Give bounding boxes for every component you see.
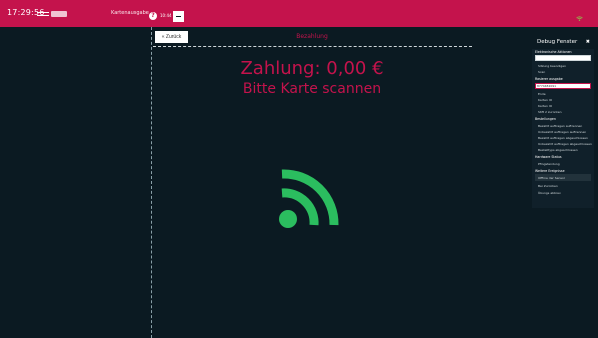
debug-item-order[interactable]: Bezahlt auftragen auftrennen [538, 124, 582, 128]
close-icon[interactable]: ✖ [586, 39, 590, 45]
debug-item-event[interactable]: Bei Zurücken [538, 184, 558, 188]
top-bar: 17:29:56 Kartenausgabe ? 10:44 [0, 0, 598, 27]
debug-section-orders: Bestellungen [535, 117, 556, 121]
debug-item-hardware[interactable]: Pfingstendung [538, 162, 560, 166]
debug-section-actions: Elektronische Aktionen [535, 50, 572, 54]
debug-filter-input[interactable] [535, 55, 591, 61]
debug-item-event[interactable]: Übungs abbrev [538, 191, 561, 195]
help-icon[interactable]: ? [149, 12, 157, 20]
debug-item-end[interactable]: Ende [538, 92, 546, 96]
debug-item-order[interactable]: Unbezahlt auftragen abgeschlossen [538, 142, 592, 146]
debug-item-order[interactable]: Unbezahlt auftragen auftrennen [538, 130, 586, 134]
debug-item-end-session[interactable]: Sitzung beendigen [538, 64, 566, 68]
debug-body: Elektronische Aktionen Sitzung beendigen… [532, 49, 594, 208]
debug-item-order[interactable]: Bezahlt auftragen abgeschlossen [538, 136, 588, 140]
debug-section-hardware: Hardware Status [535, 155, 562, 159]
title-divider [153, 46, 472, 47]
brand-logo [37, 10, 67, 18]
nfc-icon [276, 163, 346, 233]
user-label: 10:44 [160, 13, 172, 18]
minus-button[interactable] [173, 11, 184, 22]
debug-item-card-io-2[interactable]: Karten IO [538, 104, 552, 108]
debug-section-events: Weitere Ereignisse [535, 169, 565, 173]
page-title: Bezahlung [296, 33, 328, 40]
payment-amount: Zahlung: 0,00 € [240, 58, 384, 79]
debug-item-card-io[interactable]: Karten IO [538, 98, 552, 102]
left-panel [0, 27, 151, 338]
payment-content: « Zurück Bezahlung Zahlung: 0,00 € Bitte… [152, 27, 532, 338]
minus-icon [176, 16, 181, 17]
debug-section-output: Rasierer ausgabe [535, 77, 563, 81]
debug-header: Debug Fenster ✖ [532, 36, 594, 49]
section-label: Kartenausgabe [111, 10, 149, 16]
card-id-input[interactable]: 8774482091 [535, 83, 591, 89]
debug-window: Debug Fenster ✖ Elektronische Aktionen S… [532, 36, 594, 208]
debug-item-scan[interactable]: Scan [538, 70, 545, 74]
back-button[interactable]: « Zurück [155, 31, 188, 43]
debug-item-pen-back[interactable]: Stift 2 zurücken [538, 110, 562, 114]
debug-item-event[interactable]: Offline der Sensor [538, 176, 565, 180]
scan-instruction: Bitte Karte scannen [242, 81, 382, 97]
wifi-icon [576, 16, 583, 21]
debug-item-order[interactable]: Bestelltyps abgeschlossen [538, 148, 578, 152]
debug-title: Debug Fenster [537, 39, 578, 45]
